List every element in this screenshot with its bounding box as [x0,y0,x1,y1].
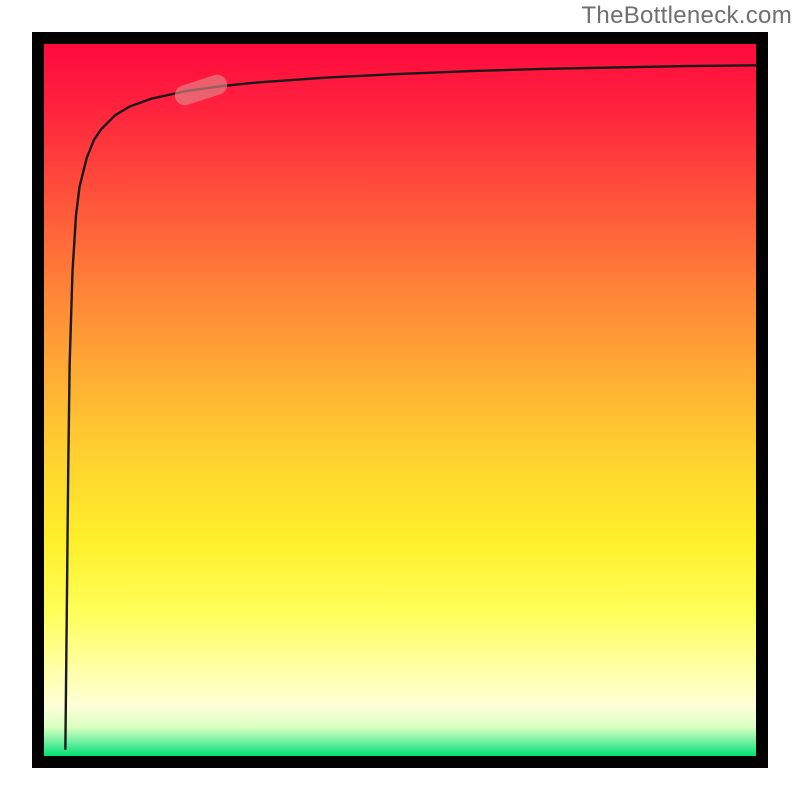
chart-frame [32,32,768,768]
watermark-text: TheBottleneck.com [581,2,792,30]
frame-border [38,38,762,762]
chart-stage: TheBottleneck.com [0,0,800,800]
